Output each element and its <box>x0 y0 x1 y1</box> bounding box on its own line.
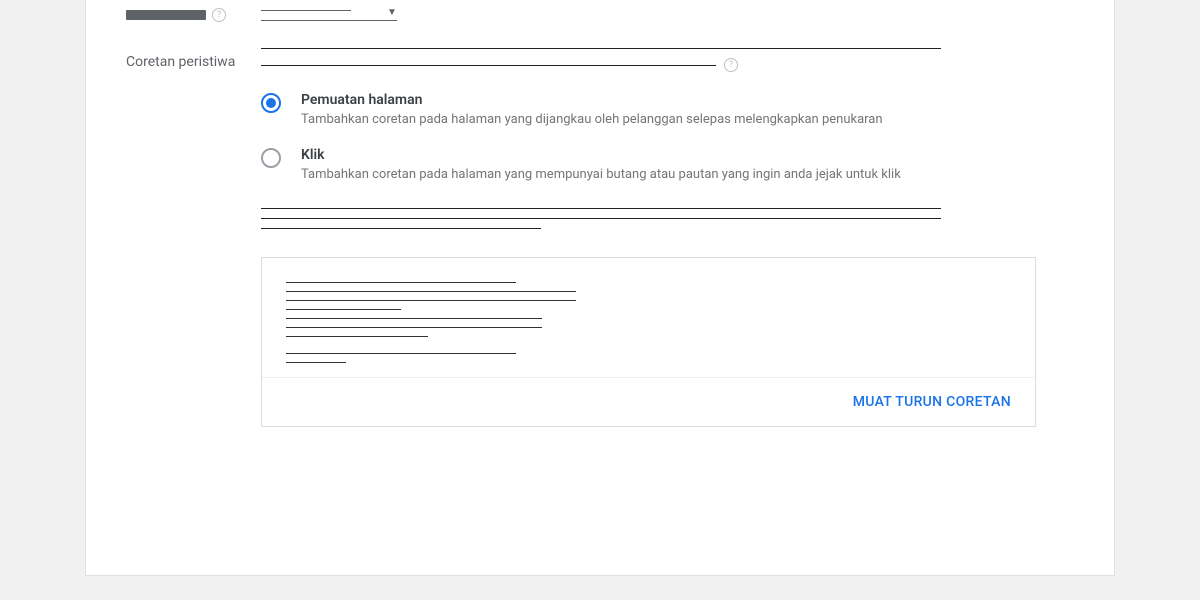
code-redacted-lines <box>286 282 1011 363</box>
field-label-redacted: ? <box>126 2 261 22</box>
dropdown-value-redacted <box>261 10 351 11</box>
code-snippet-box: MUAT TURUN CORETAN <box>261 257 1036 427</box>
radio-click[interactable]: Klik Tambahkan coretan pada halaman yang… <box>261 147 1074 182</box>
chevron-down-icon: ▼ <box>387 7 397 18</box>
intro-text-redacted: ? <box>261 48 961 72</box>
radio-page-load-title: Pemuatan halaman <box>301 92 883 108</box>
value-dropdown[interactable]: ▼ <box>261 7 397 21</box>
radio-click-control[interactable] <box>261 148 281 168</box>
radio-click-title: Klik <box>301 147 901 163</box>
radio-page-load[interactable]: Pemuatan halaman Tambahkan coretan pada … <box>261 92 1074 127</box>
radio-page-load-control[interactable] <box>261 93 281 113</box>
paragraph-redacted <box>261 208 961 229</box>
event-snippet-label: Coretan peristiwa <box>126 54 261 70</box>
help-icon[interactable]: ? <box>212 8 226 22</box>
radio-click-desc: Tambahkan coretan pada halaman yang memp… <box>301 167 901 182</box>
download-snippet-button[interactable]: MUAT TURUN CORETAN <box>853 394 1011 410</box>
radio-page-load-desc: Tambahkan coretan pada halaman yang dija… <box>301 112 883 127</box>
help-icon[interactable]: ? <box>724 58 738 72</box>
redacted-label-bar <box>126 10 206 20</box>
